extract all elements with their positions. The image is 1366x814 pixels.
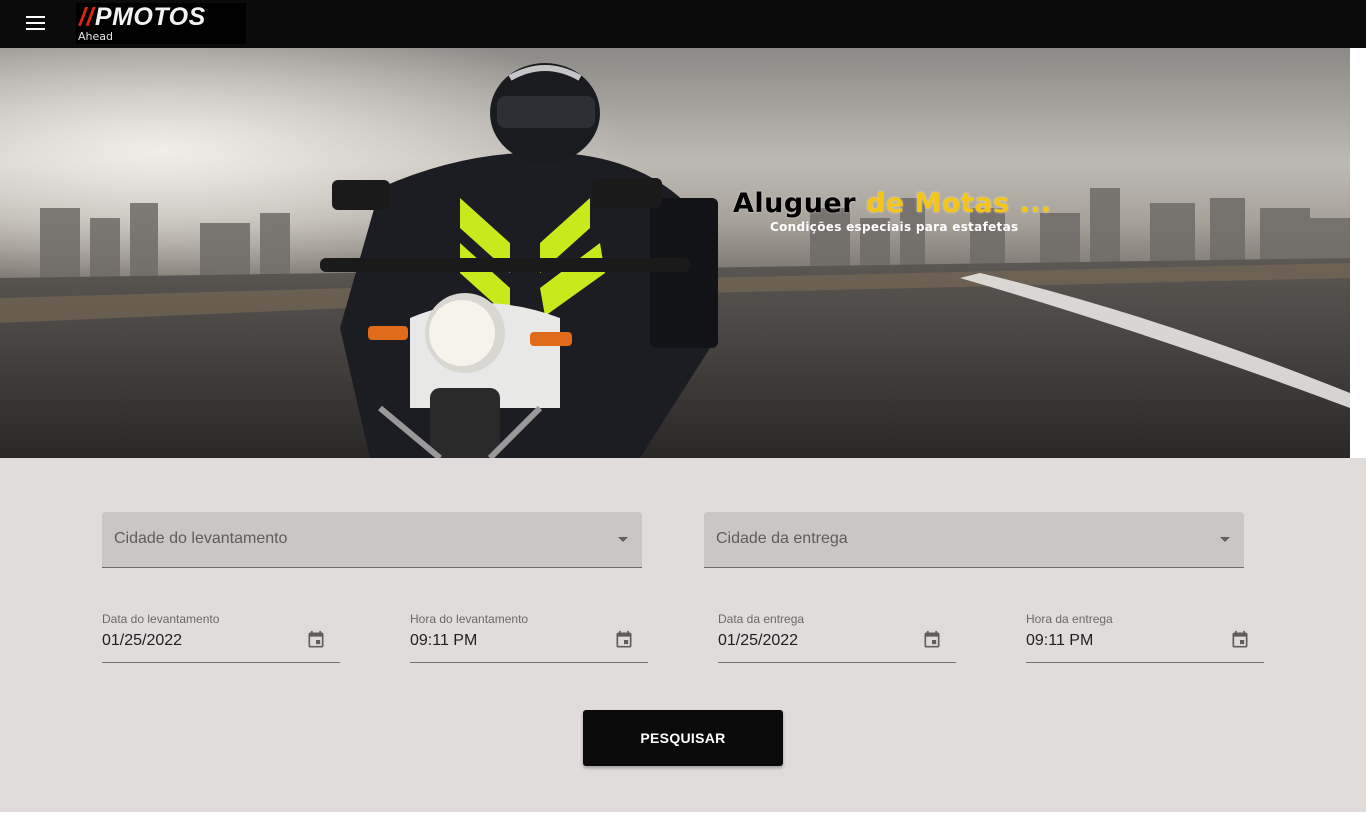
delivery-time-input[interactable] <box>1026 630 1226 652</box>
calendar-icon[interactable] <box>306 630 326 650</box>
calendar-icon[interactable] <box>614 630 634 650</box>
delivery-date-input[interactable] <box>718 630 918 652</box>
search-button[interactable]: PESQUISAR <box>583 710 783 766</box>
pickup-time-input[interactable] <box>410 630 610 652</box>
dropdown-arrow-icon <box>1220 537 1230 542</box>
pickup-time-label: Hora do levantamento <box>410 612 529 626</box>
dropdown-arrow-icon <box>618 537 628 542</box>
hero-banner: Aluguer de Motas ... Condições especiais… <box>0 48 1350 458</box>
pickup-city-label: Cidade do levantamento <box>114 530 288 547</box>
delivery-city-select[interactable]: Cidade da entrega <box>704 512 1244 568</box>
calendar-icon[interactable] <box>922 630 942 650</box>
logo-slashes: // <box>79 3 94 31</box>
hero-title-accent: de Motas ... <box>865 188 1052 219</box>
calendar-icon[interactable] <box>1230 630 1250 650</box>
hero-subtitle: Condições especiais para estafetas <box>770 220 1019 234</box>
delivery-time-label: Hora da entrega <box>1026 612 1113 626</box>
pickup-time-field: Hora do levantamento <box>410 612 648 663</box>
logo-tagline: Ahead <box>78 30 113 43</box>
top-app-bar: //PMOTOS Ahead <box>0 0 1366 48</box>
pickup-date-label: Data do levantamento <box>102 612 220 626</box>
delivery-time-field: Hora da entrega <box>1026 612 1264 663</box>
delivery-date-field: Data da entrega <box>718 612 956 663</box>
delivery-date-label: Data da entrega <box>718 612 805 626</box>
hero-title: Aluguer de Motas ... <box>733 188 1052 219</box>
hero-image <box>0 48 1350 458</box>
delivery-city-label: Cidade da entrega <box>716 530 848 547</box>
logo-text: //PMOTOS <box>79 3 206 32</box>
logo-brand: PMOTOS <box>94 3 206 31</box>
hero-title-main: Aluguer <box>733 188 857 219</box>
menu-icon[interactable] <box>20 12 52 36</box>
scrollbar-track[interactable] <box>1350 48 1366 458</box>
logo[interactable]: //PMOTOS Ahead <box>76 3 246 44</box>
pickup-date-input[interactable] <box>102 630 302 652</box>
pickup-date-field: Data do levantamento <box>102 612 340 663</box>
pickup-city-select[interactable]: Cidade do levantamento <box>102 512 642 568</box>
